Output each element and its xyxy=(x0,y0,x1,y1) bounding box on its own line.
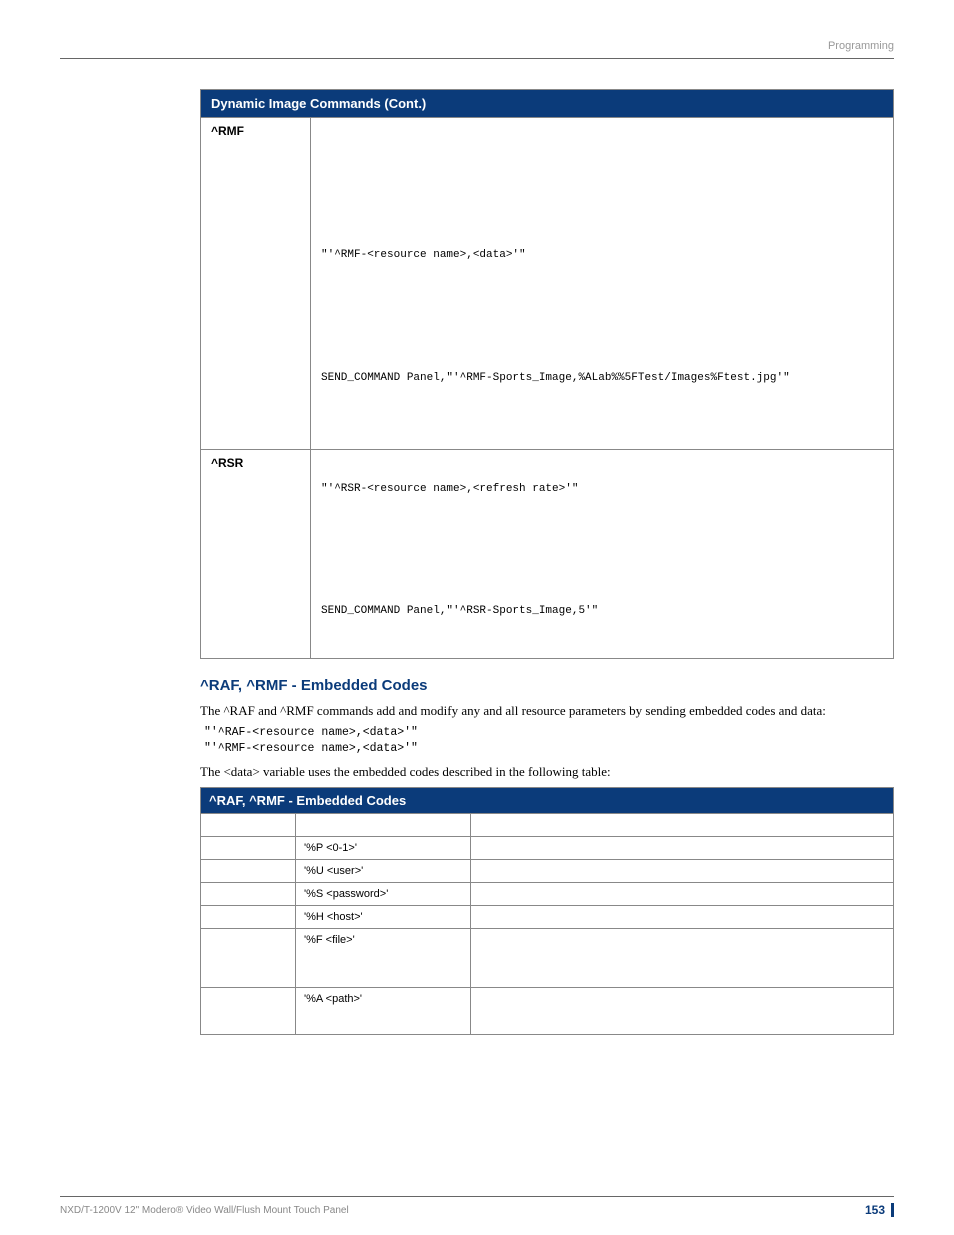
table2-title: ^RAF, ^RMF - Embedded Codes xyxy=(201,788,894,814)
rmf-syntax: "'^RMF-<resource name>,<data>'" xyxy=(321,247,883,264)
param-password: password xyxy=(201,883,296,906)
code-user: '%U <user>' xyxy=(296,860,471,883)
section-p1: The ^RAF and ^RMF commands add and modif… xyxy=(200,702,894,720)
code-protocol: '%P <0-1>' xyxy=(296,837,471,860)
table-row: ^RSR Change the refresh rate for a given… xyxy=(201,450,894,659)
param-protocol: protocol xyxy=(201,837,296,860)
param-user: user xyxy=(201,860,296,883)
rmf-var1: • resource name = 1 - 50 ASCII character… xyxy=(321,296,883,313)
dynamic-image-commands-table: Dynamic Image Commands (Cont.) ^RMF Modi… xyxy=(200,89,894,659)
table-row: ^RMF Modify an existing resource. Modify… xyxy=(201,118,894,450)
desc-protocol: Set protocol. HTTP (0) or FTP (1). xyxy=(471,837,894,860)
footer-rule xyxy=(60,1196,894,1197)
table-row: user '%U <user>' Set Username for authen… xyxy=(201,860,894,883)
code-file: '%F <file>' xyxy=(296,929,471,988)
cmd-desc-rsr: Change the refresh rate for a given reso… xyxy=(211,470,300,512)
rmf-body1: Modify any and all resource parameters b… xyxy=(321,124,883,174)
section-heading-embedded-codes: ^RAF, ^RMF - Embedded Codes xyxy=(200,677,894,694)
section-code2: "'^RMF-<resource name>,<data>'" xyxy=(204,742,894,755)
rsr-var2: • refresh rate = Measured in seconds. xyxy=(321,554,883,571)
rsr-vars-label: Variables: xyxy=(321,505,883,522)
rsr-example: SEND_COMMAND Panel,"'^RSR-Sports_Image,5… xyxy=(321,603,883,620)
header-section-label: Programming xyxy=(60,40,894,52)
rmf-body2: The file name field (indicated by a %F e… xyxy=(321,182,883,215)
desc-user: Set Username for authentication. xyxy=(471,860,894,883)
page-number: 153 xyxy=(865,1203,894,1217)
section-code1: "'^RAF-<resource name>,<data>'" xyxy=(204,726,894,739)
table-row: protocol '%P <0-1>' Set protocol. HTTP (… xyxy=(201,837,894,860)
table2-head-row: Parameter Embedded Code Description xyxy=(201,814,894,837)
footer-product: NXD/T-1200V 12" Modero® Video Wall/Flush… xyxy=(60,1205,349,1216)
page-footer: NXD/T-1200V 12" Modero® Video Wall/Flush… xyxy=(60,1196,894,1217)
rmf-note: Note that the %%5F in the file path is a… xyxy=(321,419,883,436)
rsr-var1: • resource name = 1 - 50 ASCII character… xyxy=(321,530,883,547)
param-file: file xyxy=(201,929,296,988)
desc-host: Set Host Name (fully qualified DNS or IP… xyxy=(471,906,894,929)
rsr-syntax-label: Syntax: xyxy=(321,456,883,473)
cmd-name-rsr: ^RSR xyxy=(211,456,300,470)
rmf-example: SEND_COMMAND Panel,"'^RMF-Sports_Image,%… xyxy=(321,370,883,387)
desc-path: Set Directory path. The path must be a v… xyxy=(471,988,894,1035)
table-row: path '%A <path>' Set Directory path. The… xyxy=(201,988,894,1035)
code-password: '%S <password>' xyxy=(296,883,471,906)
rsr-example-label: Example: xyxy=(321,579,883,596)
header-rule xyxy=(60,58,894,59)
desc-file: Full path to the location of the file or… xyxy=(471,929,894,988)
th-description: Description xyxy=(471,814,894,837)
rsr-syntax: "'^RSR-<resource name>,<refresh rate>'" xyxy=(321,481,883,498)
param-host: host xyxy=(201,906,296,929)
rmf-vars-label: Variables: xyxy=(321,272,883,289)
embedded-codes-table: ^RAF, ^RMF - Embedded Codes Parameter Em… xyxy=(200,787,894,1035)
cmd-desc-rmf: Modify an existing resource. xyxy=(211,138,300,180)
table1-title: Dynamic Image Commands (Cont.) xyxy=(201,90,894,118)
rsr-trail: Sets the refresh rate to 5 seconds for t… xyxy=(321,628,883,645)
rmf-syntax-label: Syntax: xyxy=(321,223,883,240)
table-row: host '%H <host>' Set Host Name (fully qu… xyxy=(201,906,894,929)
rmf-example-label: Example: xyxy=(321,345,883,362)
table-row: file '%F <file>' Full path to the locati… xyxy=(201,929,894,988)
rmf-var2: • data = Refers to the embedded codes, s… xyxy=(321,321,883,338)
rmf-trail: Changes the resource 'Sports_Image' file… xyxy=(321,394,883,411)
th-parameter: Parameter xyxy=(201,814,296,837)
code-host: '%H <host>' xyxy=(296,906,471,929)
param-path: path xyxy=(201,988,296,1035)
code-path: '%A <path>' xyxy=(296,988,471,1035)
cmd-name-rmf: ^RMF xyxy=(211,124,300,138)
th-embedded-code: Embedded Code xyxy=(296,814,471,837)
desc-password: Set Password for authentication. xyxy=(471,883,894,906)
table-row: password '%S <password>' Set Password fo… xyxy=(201,883,894,906)
section-p2: The <data> variable uses the embedded co… xyxy=(200,763,894,781)
